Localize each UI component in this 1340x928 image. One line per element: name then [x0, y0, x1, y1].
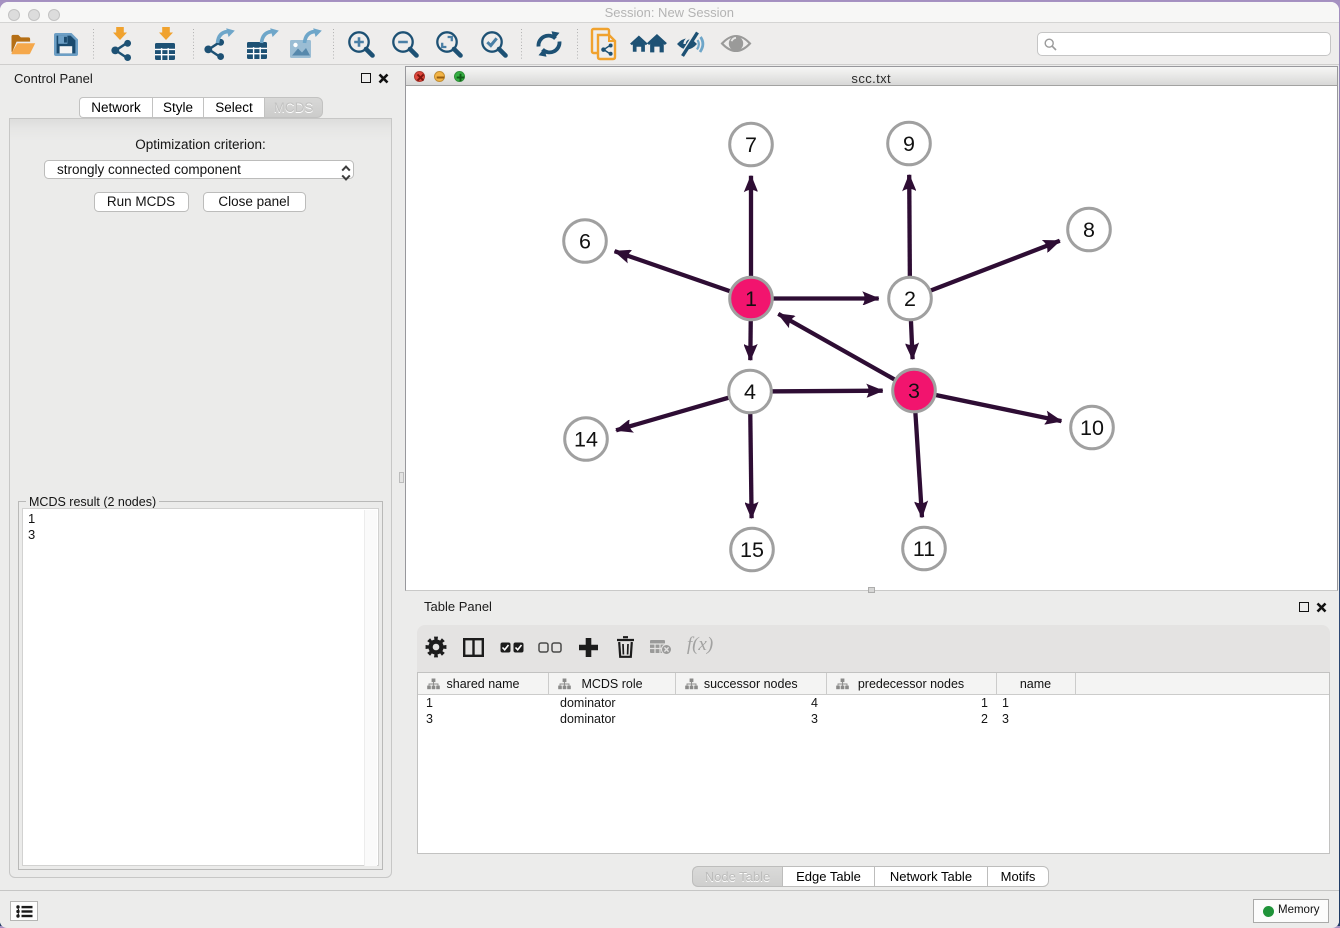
svg-text:8: 8 [1083, 218, 1095, 242]
svg-text:6: 6 [579, 230, 591, 254]
svg-text:3: 3 [908, 379, 920, 403]
svg-text:11: 11 [912, 537, 934, 561]
svg-text:7: 7 [745, 133, 757, 157]
svg-text:10: 10 [1080, 416, 1104, 440]
svg-text:14: 14 [574, 428, 598, 452]
svg-text:9: 9 [903, 132, 915, 156]
svg-text:2: 2 [904, 287, 916, 311]
svg-text:1: 1 [745, 287, 757, 311]
svg-text:15: 15 [740, 538, 764, 562]
svg-text:4: 4 [744, 380, 756, 404]
